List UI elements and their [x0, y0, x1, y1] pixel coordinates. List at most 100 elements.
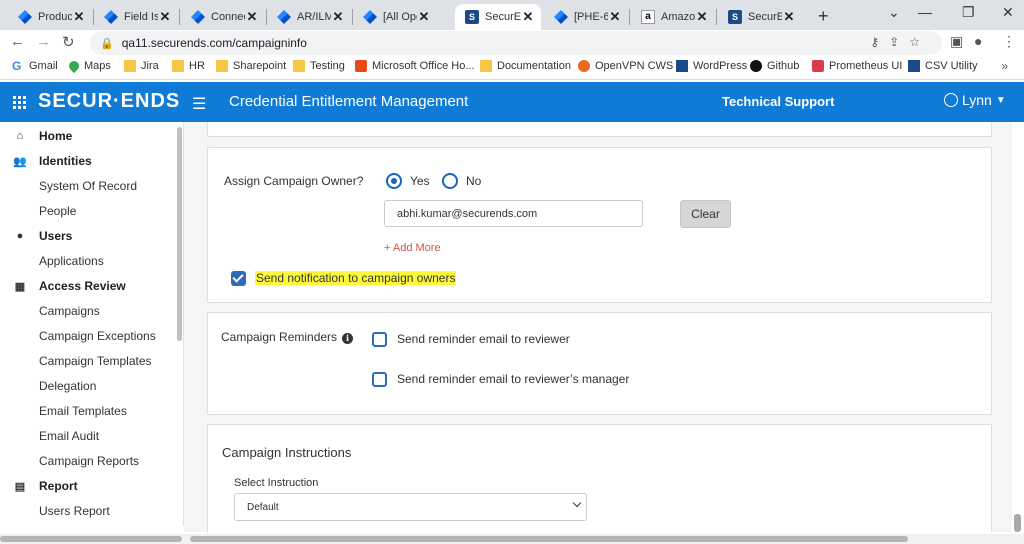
browser-tab[interactable]: S SecurEn✕	[455, 4, 541, 30]
reminder-reviewer-checkbox[interactable]	[372, 332, 387, 347]
restore-icon[interactable]: ❐	[962, 4, 975, 21]
tab-close-icon[interactable]: ✕	[608, 9, 622, 25]
bookmark-item[interactable]: CSV Utility	[908, 60, 978, 72]
add-more-link[interactable]: + Add More	[384, 242, 441, 254]
browser-tab[interactable]: Connecto✕	[181, 4, 265, 30]
sidebar-item-home[interactable]: ⌂ Home	[0, 124, 176, 148]
tab-close-icon[interactable]: ✕	[782, 9, 796, 25]
sidebar-item-access-review[interactable]: ▦ Access Review	[0, 274, 176, 298]
sidebar-item-label: Email Templates	[39, 404, 127, 418]
tab-close-icon[interactable]: ✕	[695, 9, 709, 25]
sidebar-scrollbar[interactable]	[177, 127, 182, 341]
maps-icon	[66, 58, 82, 74]
tab-close-icon[interactable]: ✕	[72, 9, 86, 25]
bookmark-item[interactable]: HR	[172, 60, 205, 72]
tab-close-icon[interactable]: ✕	[331, 9, 345, 25]
browser-tab-strip: Product I✕Field Issu✕Connecto✕AR/ILM✕[Al…	[0, 0, 1024, 30]
bookmark-item[interactable]: Sharepoint	[216, 60, 286, 72]
sidebar-item-report[interactable]: ▤ Report	[0, 474, 176, 498]
browser-menu-icon[interactable]: ⋮	[1002, 33, 1016, 50]
new-tab-button[interactable]: +	[818, 6, 829, 27]
bookmark-item[interactable]: Microsoft Office Ho...	[355, 60, 475, 72]
sidebar-item-campaign-reports[interactable]: Campaign Reports	[0, 449, 176, 473]
notify-owners-label: Send notification to campaign owners	[255, 271, 457, 285]
back-icon[interactable]: ←	[10, 33, 25, 50]
sidebar-item-campaign-templates[interactable]: Campaign Templates	[0, 349, 176, 373]
tab-title: AR/ILM	[297, 11, 331, 23]
close-window-icon[interactable]: ✕	[1002, 4, 1014, 21]
browser-tab[interactable]: AR/ILM ✕	[267, 4, 351, 30]
bookmark-item[interactable]: OpenVPN CWS	[578, 60, 673, 72]
notify-owners-label-wrap: Send notification to campaign owners	[255, 271, 457, 285]
sidebar-item-campaigns[interactable]: Campaigns	[0, 299, 176, 323]
campaign-owner-card: Assign Campaign Owner? Yes No abhi.kumar…	[207, 147, 992, 303]
home-icon: ⌂	[16, 130, 24, 142]
campaign-instructions-title: Campaign Instructions	[222, 445, 352, 460]
jira-icon	[104, 10, 118, 24]
securends-icon	[676, 60, 688, 72]
forward-icon[interactable]: →	[36, 33, 51, 50]
browser-tab[interactable]: Product I✕	[8, 4, 92, 30]
clear-button[interactable]: Clear	[680, 200, 731, 228]
tab-close-icon[interactable]: ✕	[417, 9, 431, 25]
technical-support-link[interactable]: Technical Support	[722, 94, 834, 109]
folder-icon	[293, 60, 305, 72]
tab-close-icon[interactable]: ✕	[521, 9, 535, 25]
sidepanel-icon[interactable]: ▣	[950, 33, 963, 50]
bookmark-item[interactable]: Prometheus UI	[812, 60, 902, 72]
address-bar[interactable]: 🔒 qa11.securends.com/campaigninfo ⚷⇪☆	[90, 31, 942, 55]
sidebar-item-campaign-exceptions[interactable]: Campaign Exceptions	[0, 324, 176, 348]
sidebar-hscroll-thumb[interactable]	[0, 536, 182, 542]
apps-grid-icon[interactable]	[13, 96, 26, 109]
tab-close-icon[interactable]: ✕	[245, 9, 259, 25]
sidebar-item-identities[interactable]: 👥 Identities	[0, 149, 176, 173]
profile-icon[interactable]: ●	[974, 33, 982, 49]
bookmark-item[interactable]: Testing	[293, 60, 345, 72]
owner-email-input[interactable]: abhi.kumar@securends.com	[384, 200, 643, 227]
reload-icon[interactable]: ↻	[62, 33, 75, 51]
bookmark-label: Gmail	[29, 60, 58, 72]
bookmark-label: Prometheus UI	[829, 60, 903, 72]
browser-tab[interactable]: [All Ope✕	[353, 4, 437, 30]
minimize-icon[interactable]: —	[918, 4, 932, 20]
bookmark-item[interactable]: Maps	[66, 58, 111, 74]
omnibox-icons[interactable]: ⚷⇪☆	[870, 35, 930, 49]
sidebar-item-email-templates[interactable]: Email Templates	[0, 399, 176, 423]
bookmark-item[interactable]: Documentation	[480, 60, 571, 72]
user-menu[interactable]: Lynn ▼	[944, 92, 1006, 108]
browser-tab[interactable]: [PHE-61✕	[544, 4, 628, 30]
sidebar-item-delegation[interactable]: Delegation	[0, 374, 176, 398]
notify-owners-checkbox[interactable]	[231, 271, 246, 286]
chevron-down-icon	[572, 498, 582, 508]
bookmark-label: Microsoft Office Ho...	[372, 60, 475, 72]
sidebar-item-system-of-record[interactable]: System Of Record	[0, 174, 176, 198]
bookmark-item[interactable]: G Gmail	[12, 60, 58, 72]
user-icon: ●	[16, 230, 24, 242]
main-hscroll-thumb[interactable]	[190, 536, 908, 542]
instruction-select[interactable]: Default	[234, 493, 587, 521]
bookmark-item[interactable]: WordPress	[676, 60, 747, 72]
page-vertical-scrollbar[interactable]	[1014, 514, 1021, 532]
reminder-manager-checkbox[interactable]	[372, 372, 387, 387]
browser-tab[interactable]: a Amazon✕	[631, 4, 715, 30]
tab-search-icon[interactable]: ⌄	[888, 4, 900, 21]
menu-toggle-icon[interactable]: ☰	[192, 94, 206, 114]
tab-title: Product I	[38, 11, 72, 23]
info-icon[interactable]: i	[342, 333, 354, 344]
tab-close-icon[interactable]: ✕	[158, 9, 172, 25]
sidebar-item-users-report[interactable]: Users Report	[0, 499, 176, 523]
owner-yes-radio[interactable]	[386, 173, 402, 189]
bookmarks-more-icon[interactable]: »	[1001, 59, 1008, 73]
sidebar-item-users[interactable]: ● Users	[0, 224, 176, 248]
tab-title: Connecto	[211, 11, 245, 23]
sidebar-item-email-audit[interactable]: Email Audit	[0, 424, 176, 448]
owner-no-radio[interactable]	[442, 173, 458, 189]
app-title: Credential Entitlement Management	[229, 93, 469, 110]
horizontal-scrollbar[interactable]	[0, 534, 1024, 544]
sidebar-item-people[interactable]: People	[0, 199, 176, 223]
bookmark-item[interactable]: Jira	[124, 60, 159, 72]
sidebar-item-applications[interactable]: Applications	[0, 249, 176, 273]
bookmark-item[interactable]: Github	[750, 60, 799, 72]
browser-tab[interactable]: Field Issu✕	[94, 4, 178, 30]
browser-tab[interactable]: S SecurEn✕	[718, 4, 802, 30]
